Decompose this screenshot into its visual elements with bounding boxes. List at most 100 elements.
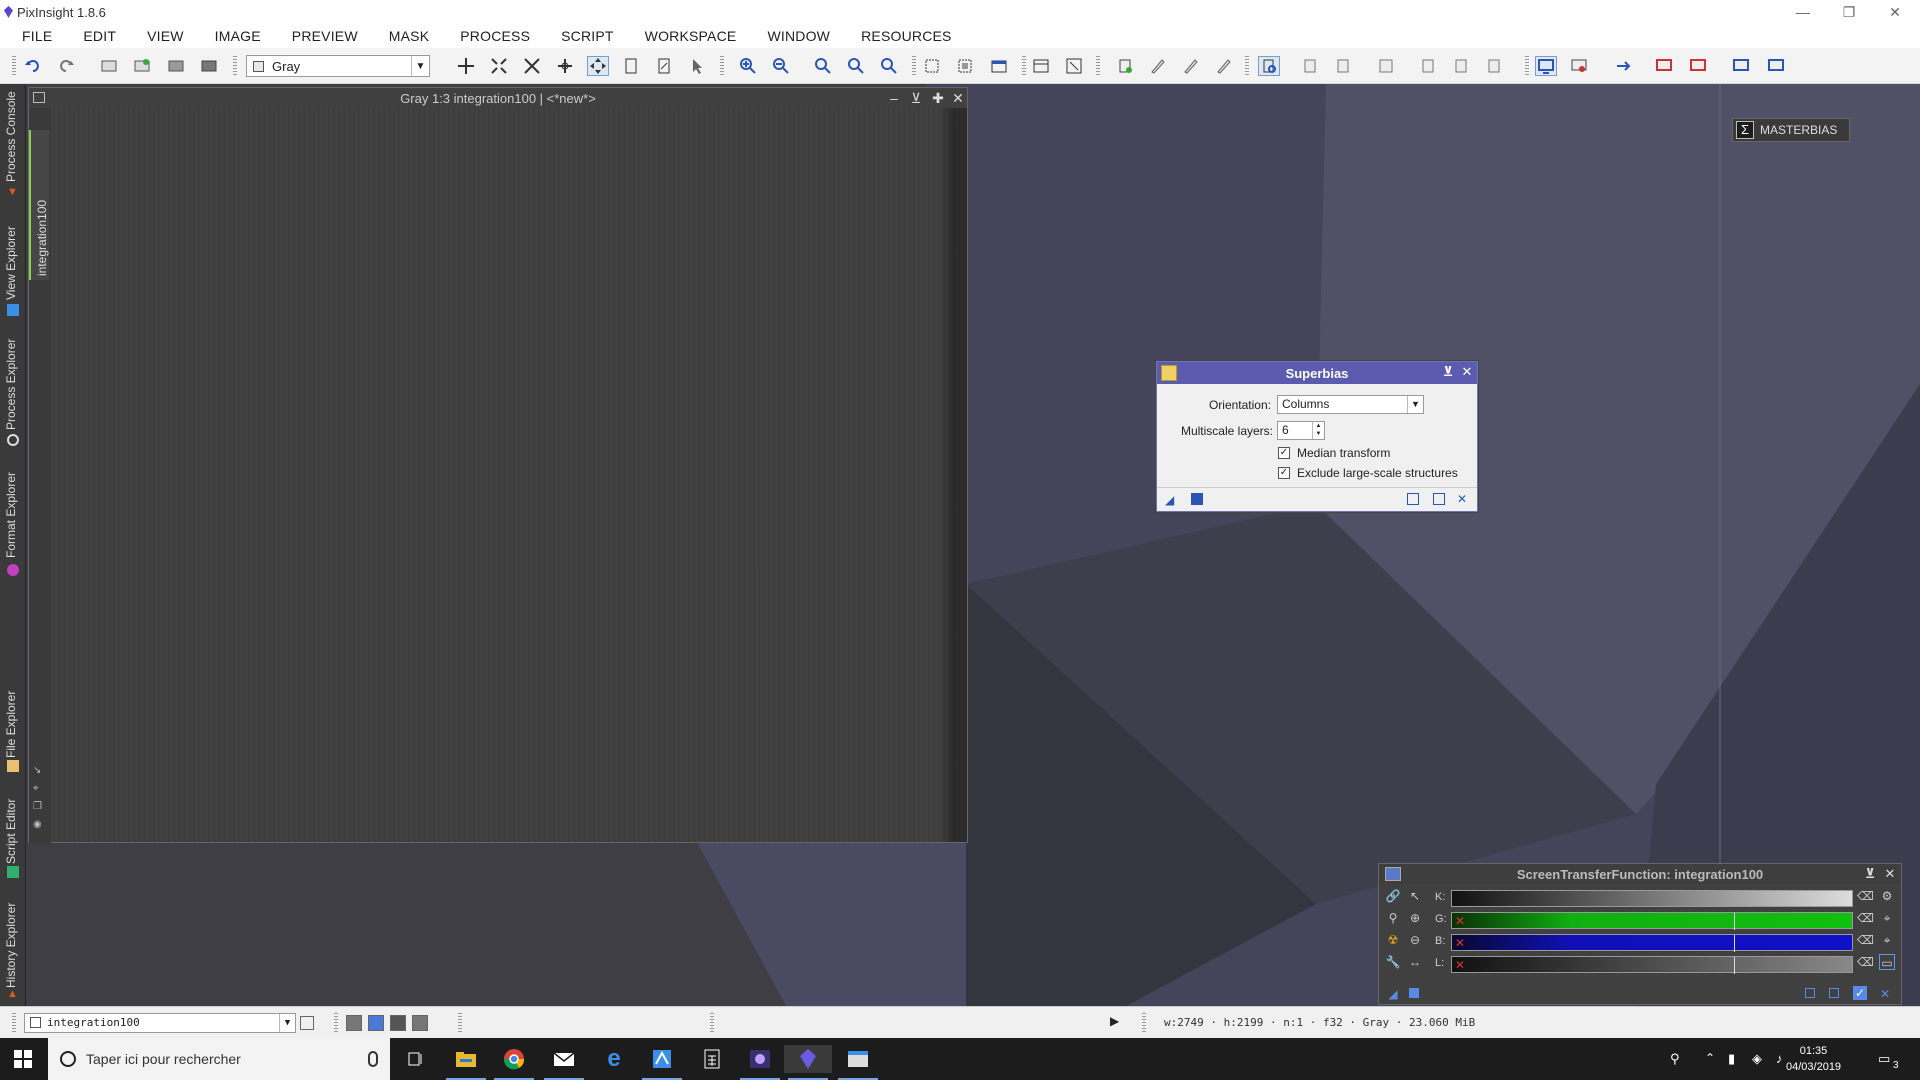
apply-global-icon[interactable] — [1191, 493, 1203, 505]
midtone-marker[interactable] — [1734, 913, 1735, 930]
settings-icon[interactable]: ⚙ — [1879, 888, 1895, 904]
screen-blue-icon-1[interactable] — [1730, 56, 1752, 76]
toolbar-grip[interactable] — [912, 56, 916, 76]
midtone-marker[interactable] — [1734, 957, 1735, 974]
menu-window[interactable]: WINDOW — [767, 28, 830, 44]
stf-track-icon[interactable] — [1258, 56, 1280, 76]
close-icon[interactable]: ✕ — [1883, 866, 1897, 882]
image-window[interactable]: Gray 1:3 integration100 | <*new*> – ⊻ ✚ … — [28, 87, 968, 844]
superbias-header[interactable]: Superbias ⊻ ✕ — [1157, 362, 1477, 384]
mask-edit-icon[interactable] — [1147, 56, 1169, 76]
zoom-extents-icon[interactable] — [521, 56, 543, 76]
multiscale-layers-spinbox[interactable]: 6 ▲ ▼ — [1277, 421, 1325, 440]
taskbar-search[interactable]: Taper ici pour rechercher — [48, 1038, 390, 1080]
pan-icon[interactable] — [455, 56, 477, 76]
close-icon[interactable]: ✕ — [1872, 0, 1918, 24]
menu-edit[interactable]: EDIT — [83, 28, 116, 44]
app-icon-purple[interactable] — [736, 1045, 784, 1080]
shade-icon[interactable]: ⊻ — [909, 90, 923, 107]
toolbar-grip[interactable] — [12, 56, 16, 76]
screen-blue-icon-2[interactable] — [1765, 56, 1787, 76]
image-open-icon[interactable] — [98, 56, 120, 76]
show-hidden-icon[interactable]: ⌃ — [1705, 1051, 1715, 1065]
display-channel-icon[interactable] — [1535, 56, 1557, 76]
track-view-icon[interactable] — [1433, 493, 1445, 505]
redo-icon[interactable] — [55, 56, 77, 76]
reset-channel-icon[interactable]: ⌫ — [1857, 888, 1874, 904]
zoom-in-icon[interactable] — [737, 56, 759, 76]
stf-bar-l[interactable] — [1451, 956, 1853, 974]
toolbar-grip[interactable] — [720, 56, 724, 76]
view-tab-integration100[interactable]: integration100 — [29, 130, 49, 280]
pointer-icon[interactable] — [686, 56, 708, 76]
stf-header[interactable]: ScreenTransferFunction: integration100 ⊻… — [1379, 864, 1901, 884]
statusbar-grip[interactable] — [12, 1013, 16, 1033]
screen-red-icon-1[interactable] — [1653, 56, 1675, 76]
view-preview-icon[interactable] — [300, 1016, 314, 1030]
crosshair-icon[interactable]: ⌖ — [1879, 932, 1895, 948]
minimize-icon[interactable]: — — [1780, 0, 1826, 24]
channel-alpha-icon[interactable] — [390, 1015, 406, 1031]
window-cascade-icon[interactable] — [1063, 56, 1085, 76]
menu-view[interactable]: VIEW — [147, 28, 184, 44]
people-icon[interactable]: ⚲ — [1670, 1051, 1680, 1067]
stf-bar-k[interactable] — [1451, 890, 1853, 907]
statusbar-grip[interactable] — [334, 1013, 338, 1033]
clock[interactable]: 01:35 04/03/2019 — [1786, 1043, 1841, 1075]
toolbar-grip[interactable] — [233, 56, 237, 76]
menu-workspace[interactable]: WORKSPACE — [645, 28, 737, 44]
tab-fit-icon[interactable]: ⌖ — [33, 780, 42, 798]
new-instance-icon[interactable]: ◢ — [1385, 986, 1401, 1002]
edge-icon[interactable]: e — [590, 1045, 638, 1073]
restore-icon[interactable]: ❐ — [1826, 0, 1872, 24]
zoom-1-2-icon[interactable] — [845, 56, 867, 76]
track-view-icon[interactable] — [1829, 988, 1839, 998]
chevron-down-icon[interactable]: ▼ — [411, 56, 429, 76]
toolbar-grip[interactable] — [1096, 56, 1100, 76]
zoom-out-icon[interactable] — [770, 56, 792, 76]
fit-view-icon[interactable] — [921, 56, 943, 76]
mask-new-icon[interactable] — [1114, 56, 1136, 76]
browse-doc-icon[interactable] — [1407, 493, 1419, 505]
stf-bar-g[interactable] — [1451, 912, 1853, 930]
mail-icon[interactable] — [540, 1045, 588, 1080]
app-icon-window[interactable] — [834, 1045, 882, 1080]
orientation-select[interactable]: Columns ▼ — [1277, 395, 1424, 414]
reset-icon[interactable]: ✕ — [1877, 986, 1893, 1002]
monitor-icon[interactable]: ▭ — [1879, 954, 1895, 970]
menu-script[interactable]: SCRIPT — [561, 28, 614, 44]
volume-icon[interactable]: ♪ — [1776, 1051, 1783, 1066]
statusbar-grip[interactable] — [1142, 1013, 1146, 1033]
undo-icon[interactable] — [22, 56, 44, 76]
median-transform-checkbox[interactable]: ✓ — [1278, 447, 1290, 459]
zoom-1-1-icon[interactable] — [812, 56, 834, 76]
reset-channel-icon[interactable]: ⌫ — [1857, 954, 1874, 970]
tab-process-explorer[interactable]: Process Explorer — [2, 330, 24, 450]
screen-red-icon-2[interactable] — [1687, 56, 1709, 76]
crosshair-icon[interactable]: ⌖ — [1879, 910, 1895, 926]
tab-script-editor[interactable]: Script Editor — [2, 780, 24, 880]
menu-resources[interactable]: RESOURCES — [861, 28, 951, 44]
preview-icon-4[interactable] — [1417, 56, 1439, 76]
spin-arrows-icon[interactable]: ▲ ▼ — [1312, 422, 1324, 439]
tab-view-explorer[interactable]: View Explorer — [2, 210, 24, 322]
zoom-fit-icon[interactable] — [488, 56, 510, 76]
tab-format-explorer[interactable]: Format Explorer — [2, 458, 24, 578]
file-explorer-taskbar-icon[interactable] — [442, 1045, 490, 1080]
menu-image[interactable]: IMAGE — [215, 28, 261, 44]
masterbias-process-icon[interactable]: Σ MASTERBIAS — [1732, 118, 1850, 142]
image-close-icon[interactable] — [198, 56, 220, 76]
preview-icon-1[interactable] — [1299, 56, 1321, 76]
exclude-large-scale-checkbox[interactable]: ✓ — [1278, 467, 1290, 479]
new-preview-icon[interactable] — [620, 56, 642, 76]
image-window-header[interactable]: Gray 1:3 integration100 | <*new*> – ⊻ ✚ … — [29, 88, 967, 108]
mask-show-icon[interactable] — [1180, 56, 1202, 76]
chrome-icon[interactable] — [490, 1045, 538, 1080]
auto-fit-icon[interactable] — [954, 56, 976, 76]
chevron-down-icon[interactable]: ▼ — [279, 1014, 295, 1032]
task-view-icon[interactable] — [392, 1045, 440, 1073]
edit-preview-icon[interactable] — [653, 56, 675, 76]
menu-file[interactable]: FILE — [22, 28, 52, 44]
link-icon[interactable] — [1612, 56, 1634, 76]
maximize-icon[interactable]: ✚ — [931, 90, 945, 107]
